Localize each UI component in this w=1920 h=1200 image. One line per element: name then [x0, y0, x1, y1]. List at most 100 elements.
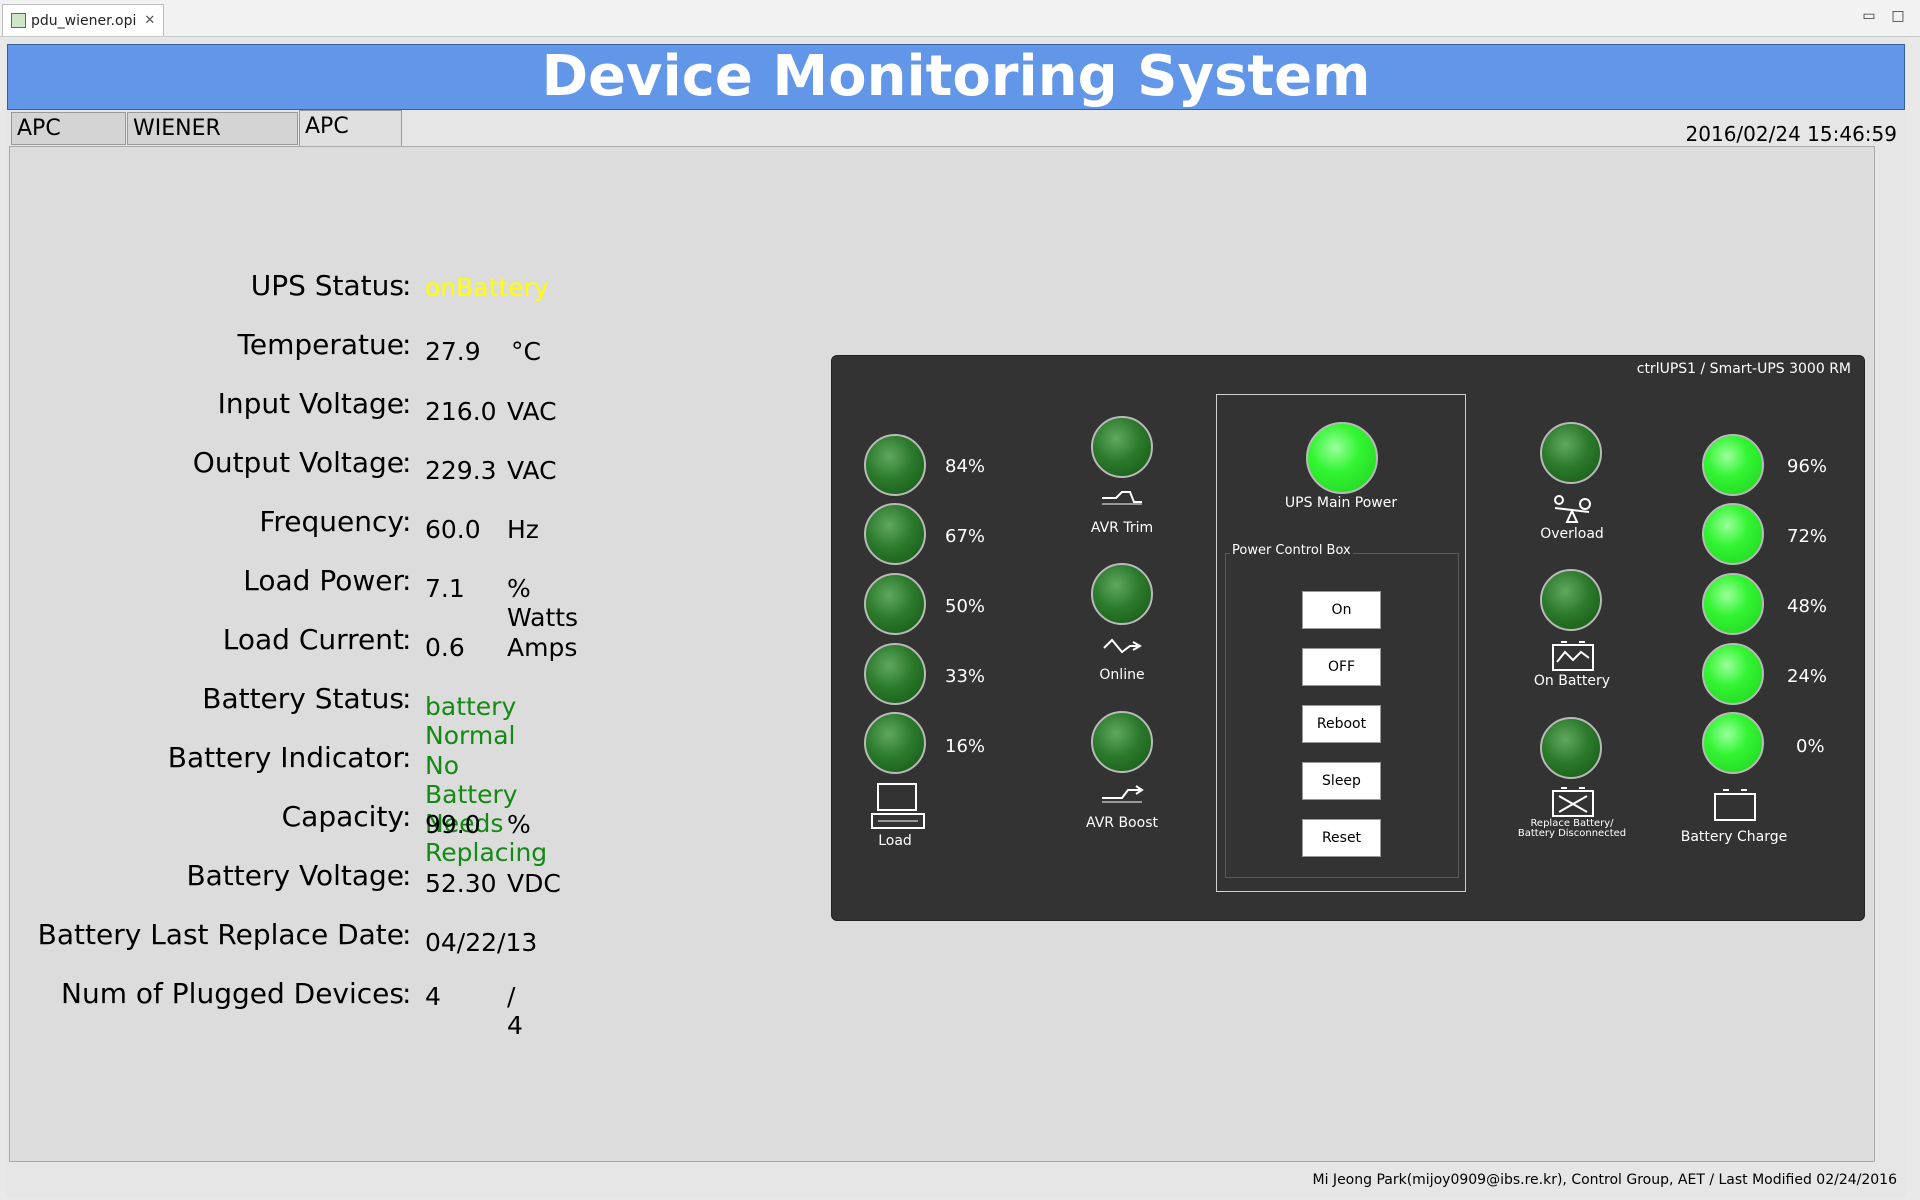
status-value-input-voltage: 216.0: [425, 397, 497, 426]
power-off-button[interactable]: OFF: [1302, 648, 1381, 686]
status-colon: :: [402, 918, 412, 951]
status-unit-input-voltage: VAC: [507, 397, 557, 426]
device-name: ctrlUPS1 / Smart-UPS 3000 RM: [1636, 361, 1851, 377]
battery-charge-level-label: 24%: [1787, 666, 1828, 687]
avr-boost-label: AVR Boost: [1086, 815, 1158, 831]
tab-apc-ups[interactable]: APC UPS: [299, 110, 402, 170]
opi-file-icon: [11, 13, 26, 28]
battery-charge-led-24: [1702, 643, 1764, 705]
status-colon: :: [402, 623, 412, 656]
status-unit-temperature: °C: [511, 337, 541, 366]
status-value-capacity: 99.0: [425, 810, 481, 839]
battery-charge-level-label: 0%: [1796, 736, 1825, 757]
status-label-frequency: Frequency: [259, 505, 404, 538]
status-colon: :: [402, 859, 412, 892]
battery-charge-level-label: 72%: [1787, 526, 1828, 547]
status-label-input-voltage: Input Voltage: [217, 387, 404, 420]
status-unit-output-voltage: VAC: [507, 456, 557, 485]
status-colon: :: [402, 564, 412, 597]
ups-main-power-led: [1306, 422, 1378, 494]
battery-charge-led-96: [1702, 434, 1764, 496]
status-value-battery-status: battery Normal: [425, 692, 517, 750]
load-level-label: 67%: [945, 526, 986, 547]
status-colon: :: [402, 741, 412, 774]
close-tab-icon[interactable]: ✕: [144, 13, 155, 28]
tab-apc-pdu2[interactable]: APC PDU2: [11, 112, 126, 172]
tab-wiener-crate3[interactable]: WIENER Crate3: [127, 112, 298, 172]
load-led-16: [864, 712, 926, 774]
status-colon: :: [402, 328, 412, 361]
overload-icon: [1551, 494, 1593, 526]
maximize-icon[interactable]: □: [1888, 6, 1908, 26]
status-colon: :: [402, 269, 412, 302]
load-led-67: [864, 503, 926, 565]
status-label-temperature: Temperatue: [237, 328, 404, 361]
editor-file-name: pdu_wiener.opi: [31, 12, 137, 29]
power-on-button[interactable]: On: [1302, 591, 1381, 629]
status-label-load-power: Load Power: [243, 564, 404, 597]
ups-main-power-label: UPS Main Power: [1284, 495, 1398, 511]
overload-label: Overload: [1540, 526, 1604, 542]
status-label-battery-status: Battery Status: [202, 682, 404, 715]
computer-icon: [870, 782, 926, 832]
status-unit-frequency: Hz: [507, 515, 539, 544]
status-colon: :: [402, 387, 412, 420]
status-colon: :: [402, 800, 412, 833]
avr-trim-label: AVR Trim: [1090, 520, 1154, 536]
status-unit-battery-voltage: VDC: [507, 869, 561, 898]
status-value-output-voltage: 229.3: [425, 456, 497, 485]
reboot-button[interactable]: Reboot: [1302, 705, 1381, 743]
avr-boost-led: [1091, 711, 1153, 773]
status-label-battery-voltage: Battery Voltage: [186, 859, 404, 892]
battery-charge-level-label: 96%: [1787, 456, 1828, 477]
load-level-label: 84%: [945, 456, 986, 477]
avr-boost-icon: [1100, 784, 1144, 806]
battery-charge-led-72: [1702, 503, 1764, 565]
online-led: [1091, 563, 1153, 625]
reset-button[interactable]: Reset: [1302, 819, 1381, 857]
battery-charge-led-48: [1702, 573, 1764, 635]
status-label-battery-replace-date: Battery Last Replace Date: [37, 918, 404, 951]
status-value-battery-indicator: No Battery Needs Replacing: [425, 751, 548, 867]
status-unit-plugged-devices: / 4: [507, 982, 523, 1040]
replace-battery-label-line2: Battery Disconnected: [1517, 828, 1627, 839]
on-battery-label: On Battery: [1533, 673, 1611, 689]
status-unit-load-power: % Watts: [507, 574, 579, 632]
load-level-label: 50%: [945, 596, 986, 617]
status-colon: :: [402, 977, 412, 1010]
replace-battery-led: [1540, 717, 1602, 779]
load-led-84: [864, 434, 926, 496]
sleep-button[interactable]: Sleep: [1302, 762, 1381, 800]
load-led-33: [864, 643, 926, 705]
status-value-plugged-devices: 4: [425, 982, 441, 1011]
status-colon: :: [402, 505, 412, 538]
status-value-battery-replace-date: 04/22/13: [425, 928, 538, 957]
status-unit-capacity: %: [507, 810, 531, 839]
load-led-50: [864, 573, 926, 635]
load-label: Load: [878, 833, 912, 849]
avr-trim-led: [1091, 416, 1153, 478]
battery-icon: [1713, 788, 1757, 822]
editor-file-tab[interactable]: pdu_wiener.opi ✕: [2, 4, 165, 36]
status-label-plugged-devices: Num of Plugged Devices: [61, 977, 404, 1010]
page-title: Device Monitoring System: [7, 44, 1905, 110]
battery-charge-level-label: 48%: [1787, 596, 1828, 617]
footer-credits: Mi Jeong Park(mijoy0909@ibs.re.kr), Cont…: [1312, 1172, 1897, 1188]
minimize-icon[interactable]: ▭: [1859, 6, 1879, 26]
editor-tab-bar: [0, 0, 1920, 37]
status-colon: :: [402, 682, 412, 715]
status-value-load-power: 7.1: [425, 574, 465, 603]
status-value-temperature: 27.9: [425, 337, 481, 366]
battery-charge-led-0: [1702, 712, 1764, 774]
online-label: Online: [1099, 667, 1145, 683]
battery-wave-icon: [1551, 640, 1595, 672]
avr-trim-icon: [1100, 488, 1144, 508]
status-value-ups-status: onBattery: [425, 273, 549, 302]
sine-wave-icon: [1100, 636, 1144, 662]
battery-charge-label: Battery Charge: [1680, 829, 1788, 845]
status-label-output-voltage: Output Voltage: [192, 446, 404, 479]
current-datetime: 2016/02/24 15:46:59: [1685, 122, 1897, 146]
status-unit-load-current: Amps: [507, 633, 578, 662]
battery-disconnected-icon: [1551, 786, 1595, 818]
status-label-capacity: Capacity: [281, 800, 404, 833]
